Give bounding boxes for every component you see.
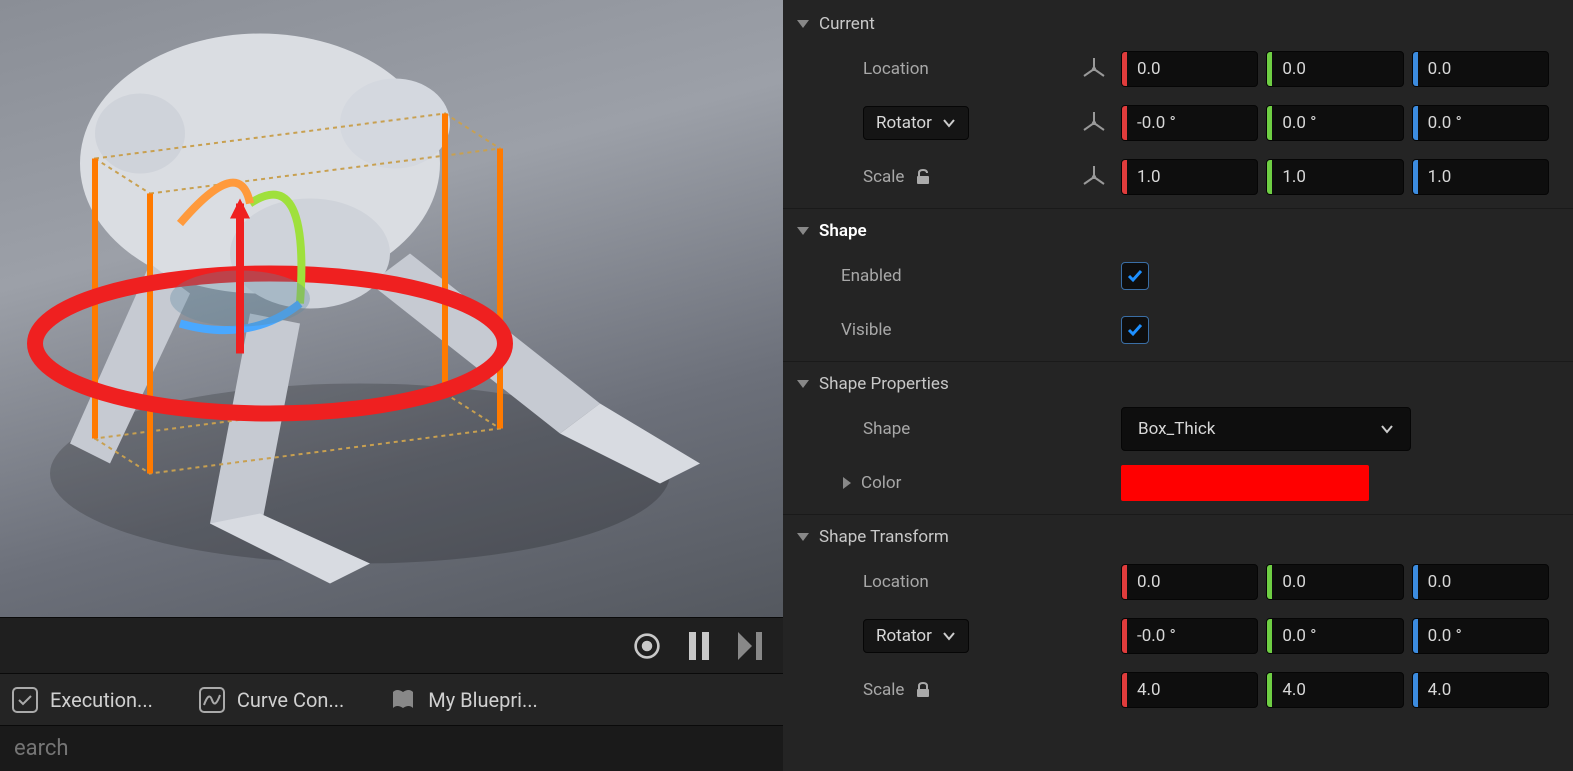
axis-icon[interactable] xyxy=(1081,56,1107,82)
execution-icon xyxy=(12,687,38,713)
check-icon xyxy=(1126,321,1144,339)
st-location-x-field[interactable]: 0.0 xyxy=(1121,564,1258,600)
expand-icon xyxy=(797,380,809,388)
viewport-3d[interactable] xyxy=(0,0,783,617)
st-scale-x-field[interactable]: 4.0 xyxy=(1121,672,1258,708)
chevron-down-icon xyxy=(942,629,956,643)
rotator-dropdown[interactable]: Rotator xyxy=(863,106,969,140)
row-shape-color: Color xyxy=(783,456,1573,510)
tab-curve[interactable]: Curve Con... xyxy=(195,681,348,719)
lock-icon[interactable] xyxy=(914,681,932,699)
left-panel: Execution... Curve Con... My Bluepri... xyxy=(0,0,783,771)
chevron-down-icon xyxy=(942,116,956,130)
expand-icon xyxy=(797,227,809,235)
location-x-field[interactable]: 0.0 xyxy=(1121,51,1258,87)
rotator-x-field[interactable]: -0.0 ° xyxy=(1121,105,1258,141)
row-st-rotator: Rotator -0.0 ° 0.0 ° 0.0 ° xyxy=(783,609,1573,663)
check-icon xyxy=(1126,267,1144,285)
tabs-bar: Execution... Curve Con... My Bluepri... xyxy=(0,673,783,725)
row-shape-visible: Visible xyxy=(783,303,1573,357)
rotator-z-field[interactable]: 0.0 ° xyxy=(1412,105,1549,141)
rotator-y-field[interactable]: 0.0 ° xyxy=(1266,105,1403,141)
prop-label: Visible xyxy=(841,320,892,340)
row-shape-enabled: Enabled xyxy=(783,249,1573,303)
axis-icon[interactable] xyxy=(1081,164,1107,190)
chevron-down-icon xyxy=(1380,422,1394,436)
section-title: Shape Transform xyxy=(819,527,949,547)
scale-y-field[interactable]: 1.0 xyxy=(1266,159,1403,195)
pause-button[interactable] xyxy=(685,632,713,660)
section-title: Current xyxy=(819,14,875,34)
blueprint-icon xyxy=(390,687,416,713)
viewport-scene-icon xyxy=(0,0,783,617)
expand-icon[interactable] xyxy=(843,477,851,489)
record-button[interactable] xyxy=(633,632,661,660)
color-swatch[interactable] xyxy=(1121,465,1369,501)
visible-checkbox[interactable] xyxy=(1121,316,1149,344)
unlock-icon[interactable] xyxy=(914,168,932,186)
row-st-scale: Scale 4.0 4.0 4.0 xyxy=(783,663,1573,717)
tab-label: Execution... xyxy=(50,688,153,712)
section-title: Shape xyxy=(819,221,867,241)
section-shape-props-header[interactable]: Shape Properties xyxy=(783,366,1573,402)
prop-label: Color xyxy=(861,473,901,493)
search-bar xyxy=(0,725,783,771)
tab-label: Curve Con... xyxy=(237,688,344,712)
section-current-header[interactable]: Current xyxy=(783,6,1573,42)
st-rotator-y-field[interactable]: 0.0 ° xyxy=(1266,618,1403,654)
prop-label: Shape xyxy=(863,419,910,439)
details-panel: Current Location 0.0 0.0 0.0 Rotator -0.… xyxy=(783,0,1573,771)
prop-label: Enabled xyxy=(841,266,902,286)
tab-label: My Bluepri... xyxy=(428,688,538,712)
expand-icon xyxy=(797,20,809,28)
st-rotator-x-field[interactable]: -0.0 ° xyxy=(1121,618,1258,654)
st-scale-y-field[interactable]: 4.0 xyxy=(1266,672,1403,708)
st-scale-z-field[interactable]: 4.0 xyxy=(1412,672,1549,708)
row-current-scale: Scale 1.0 1.0 1.0 xyxy=(783,150,1573,204)
shape-dropdown[interactable]: Box_Thick xyxy=(1121,407,1411,451)
row-shape-type: Shape Box_Thick xyxy=(783,402,1573,456)
expand-icon xyxy=(797,533,809,541)
step-button[interactable] xyxy=(737,632,765,660)
scale-z-field[interactable]: 1.0 xyxy=(1412,159,1549,195)
section-shape-transform-header[interactable]: Shape Transform xyxy=(783,519,1573,555)
rotator-dropdown[interactable]: Rotator xyxy=(863,619,969,653)
prop-label: Location xyxy=(863,572,929,592)
section-title: Shape Properties xyxy=(819,374,949,394)
location-z-field[interactable]: 0.0 xyxy=(1412,51,1549,87)
axis-icon[interactable] xyxy=(1081,110,1107,136)
scale-x-field[interactable]: 1.0 xyxy=(1121,159,1258,195)
search-input[interactable] xyxy=(0,726,783,771)
playback-bar xyxy=(0,617,783,673)
prop-label: Location xyxy=(863,59,929,79)
enabled-checkbox[interactable] xyxy=(1121,262,1149,290)
section-shape-header[interactable]: Shape xyxy=(783,213,1573,249)
st-rotator-z-field[interactable]: 0.0 ° xyxy=(1412,618,1549,654)
tab-execution[interactable]: Execution... xyxy=(8,681,157,719)
curve-icon xyxy=(199,687,225,713)
prop-label: Scale xyxy=(863,680,904,700)
location-y-field[interactable]: 0.0 xyxy=(1266,51,1403,87)
st-location-y-field[interactable]: 0.0 xyxy=(1266,564,1403,600)
row-current-location: Location 0.0 0.0 0.0 xyxy=(783,42,1573,96)
prop-label: Scale xyxy=(863,167,904,187)
st-location-z-field[interactable]: 0.0 xyxy=(1412,564,1549,600)
tab-blueprint[interactable]: My Bluepri... xyxy=(386,681,542,719)
row-current-rotator: Rotator -0.0 ° 0.0 ° 0.0 ° xyxy=(783,96,1573,150)
row-st-location: Location 0.0 0.0 0.0 xyxy=(783,555,1573,609)
